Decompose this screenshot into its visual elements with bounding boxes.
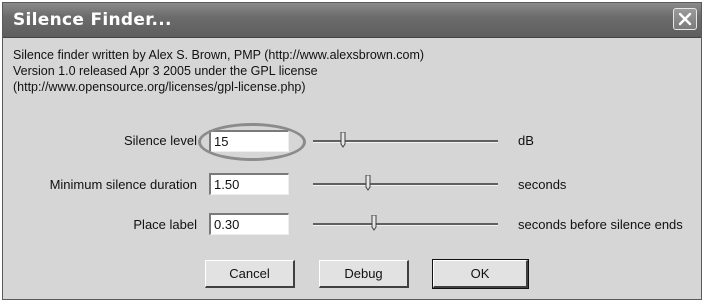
min-silence-duration-label: Minimum silence duration [49,177,197,192]
place-label-unit: seconds before silence ends [518,217,683,232]
min-silence-duration-input[interactable] [209,173,289,195]
about-line-version: Version 1.0 released Apr 3 2005 under th… [13,64,318,78]
about-line-credits: Silence finder written by Alex S. Brown,… [13,48,425,62]
close-button[interactable] [673,8,697,30]
silence-level-label: Silence level [124,133,197,148]
about-text: Silence finder written by Alex S. Brown,… [13,47,424,95]
place-label-label: Place label [133,217,197,232]
about-line-license-url: (http://www.opensource.org/licenses/gpl-… [13,80,306,94]
cancel-button[interactable]: Cancel [205,260,295,288]
slider-thumb[interactable] [371,215,377,231]
dialog-title: Silence Finder... [13,10,172,30]
slider-thumb[interactable] [340,132,346,148]
ok-button[interactable]: OK [432,259,529,289]
silence-finder-dialog: Silence Finder... Silence finder written… [2,2,702,300]
silence-level-input[interactable] [209,130,289,152]
slider-thumb[interactable] [365,175,371,191]
place-label-slider[interactable] [313,214,498,234]
silence-level-unit: dB [518,133,534,148]
debug-button[interactable]: Debug [319,260,409,288]
place-label-input[interactable] [209,213,289,235]
min-silence-duration-slider[interactable] [313,174,498,194]
min-silence-duration-unit: seconds [518,177,567,192]
slider-track [313,223,498,226]
title-bar[interactable]: Silence Finder... [3,3,701,38]
silence-level-slider[interactable] [313,131,498,151]
slider-track [313,183,498,186]
